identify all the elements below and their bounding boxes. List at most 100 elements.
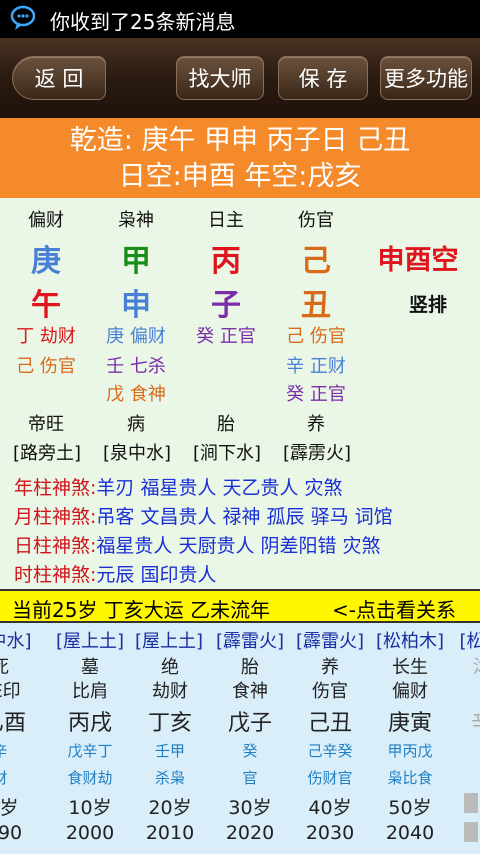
dayun-hidden-gods: 财 [0,767,20,788]
dayun-god: 食神 [232,681,268,702]
hidden-stem-month-2: 壬 七杀 [106,356,166,377]
dayun-stage: 沐 [462,653,480,679]
dayun-nayin: [松 [459,631,480,652]
dayun-hidden-gods: 枭比食 [387,769,433,787]
pillar-branch-day: 子 [211,288,241,323]
hidden-stem-hour-3: 癸 正官 [286,384,346,405]
hidden-stem-year-2: 己 伤官 [16,356,76,377]
shensha-year[interactable]: 年柱神煞:羊刃 福星贵人 天乙贵人 灾煞 [14,473,343,500]
dayun-stage: 胎 [241,657,259,678]
dayun-god: 比肩 [72,681,108,702]
dayun-ganzhi[interactable]: 己丑 [298,705,362,737]
current-luck-bar[interactable]: 当前25岁 丁亥大运 乙未流年 <-点击看关系 [0,589,480,623]
pillar-branch-hour: 丑 [301,288,331,323]
dayun-age: 40岁 [308,797,352,819]
dayun-ganzhi[interactable]: 乙酉 [0,705,34,737]
dayun-hidden-gods: 食财劫 [67,769,113,787]
dayun-ganzhi[interactable]: 庚寅 [378,705,442,737]
shensha-month[interactable]: 月柱神煞:吊客 文昌贵人 禄神 孤辰 驿马 词馆 [14,502,393,529]
dayun-table[interactable]: 中水] [屋上土] [屋上土] [霹雷火] [霹雷火] [松柏木] [松 死 墓… [0,623,480,854]
dayun-year: 2040 [385,822,435,844]
dayun-hidden-stems: 壬甲 [154,742,185,760]
dayun-year: 990 [0,822,23,844]
dayun-age: 50岁 [388,797,432,819]
dayun-hidden-gods: 官 [242,769,258,787]
pillar-god-day: 日主 [208,210,244,231]
pillar-stem-month: 甲 [121,244,151,279]
dayun-hidden-gods: 伤财官 [307,769,353,787]
pillar-god-month: 枭神 [118,210,154,231]
dayun-stage: 长生 [392,657,428,678]
status-bar: 你收到了25条新消息 [0,0,480,38]
nayin-month: [泉中水] [102,443,172,464]
dayun-hidden-stems: 己辛癸 [307,742,353,760]
dayun-ganzhi[interactable]: 丙戌 [58,705,122,737]
dayun-ganzhi[interactable]: 戊子 [218,705,282,737]
dayun-stage: 绝 [161,657,179,678]
dayun-nayin: [屋上土] [134,631,204,652]
dayun-hidden-stems: 戊辛丁 [67,742,113,760]
dayun-hidden-stems: 甲丙戊 [387,742,433,760]
dayun-year: 2000 [65,822,115,844]
hidden-stem-day-1: 癸 正官 [196,326,256,347]
find-master-button[interactable]: 找大师 [176,56,264,100]
shensha-hour[interactable]: 时柱神煞:元辰 国印贵人 [14,560,216,587]
hidden-stem-month-3: 戊 食神 [106,384,166,405]
dayun-age: 0岁 [0,797,19,819]
pillar-branch-year: 午 [31,288,61,323]
dayun-year: 2030 [305,822,355,844]
dayun-stage: 养 [321,657,339,678]
dayun-hidden-gods: 杀枭 [154,769,185,787]
hidden-stem-hour-1: 己 伤官 [286,326,346,347]
pillar-stem-year: 庚 [31,244,61,279]
dayun-nayin: [屋上土] [55,631,125,652]
relationship-hint[interactable]: <-点击看关系 [332,594,456,623]
back-button[interactable]: 返 回 [12,56,106,100]
dayun-age: 30岁 [228,797,272,819]
shensha-day[interactable]: 日柱神煞:福星贵人 天厨贵人 阴差阳错 灾煞 [14,531,381,558]
dayun-stage: 死 [0,653,20,679]
shensha-value: 羊刃 福星贵人 天乙贵人 灾煞 [96,477,343,499]
toolbar: 返 回 找大师 保 存 更多功能 [0,38,480,118]
dayun-nayin: 中水] [0,631,32,652]
hidden-stem-month-1: 庚 偏财 [106,326,166,347]
stage-day: 胎 [217,414,235,435]
stage-month: 病 [127,414,145,435]
dayun-nayin: [霹雷火] [295,631,365,652]
pillar-stem-hour: 己 [301,244,331,279]
hidden-stem-hour-2: 辛 正财 [286,356,346,377]
pillar-god-hour: 伤官 [298,210,334,231]
nayin-year: [路旁土] [12,443,82,464]
notification-text[interactable]: 你收到了25条新消息 [50,6,235,35]
shensha-label: 年柱神煞: [14,477,97,499]
vertical-layout-button[interactable]: 竖排 [396,290,460,317]
nayin-hour: [霹雳火] [282,443,352,464]
shensha-label: 月柱神煞: [14,506,97,528]
save-button[interactable]: 保 存 [278,56,368,100]
kongwang-label: 申酉空 [377,245,459,276]
shensha-label: 日柱神煞: [14,535,97,557]
current-luck-text: 当前25岁 丁亥大运 乙未流年 [12,598,271,622]
dayun-ganzhi[interactable]: 丁亥 [138,705,202,737]
dayun-age: 20岁 [148,797,192,819]
dayun-nayin: [松柏木] [375,631,445,652]
dayun-year: 2020 [225,822,275,844]
shensha-value: 元辰 国印贵人 [96,564,217,586]
dayun-hidden-stems: 辛 [0,740,20,761]
header-line-2: 日空:申酉 年空:戌亥 [118,161,362,192]
pillar-god-year: 偏财 [28,210,64,231]
chat-bubble-icon [10,5,36,30]
dayun-stage: 墓 [81,657,99,678]
stage-year: 帝旺 [28,414,64,435]
pillar-stem-day: 丙 [211,244,241,279]
four-pillars-panel: 偏财 枭神 日主 伤官 庚 甲 丙 己 申酉空 午 申 子 丑 竖排 丁 劫财 … [0,198,480,588]
shensha-value: 福星贵人 天厨贵人 阴差阳错 灾煞 [96,535,381,557]
shensha-label: 时柱神煞: [14,564,97,586]
dayun-hidden-stems: 癸 [242,742,258,760]
dayun-ganzhi[interactable]: 辛 [462,705,480,737]
pillar-branch-month: 申 [121,288,151,323]
chart-header: 乾造: 庚午 甲申 丙子日 己丑 日空:申酉 年空:戌亥 [0,118,480,198]
nayin-day: [涧下水] [192,443,262,464]
more-functions-button[interactable]: 更多功能 [380,56,472,100]
dayun-year: 2010 [145,822,195,844]
